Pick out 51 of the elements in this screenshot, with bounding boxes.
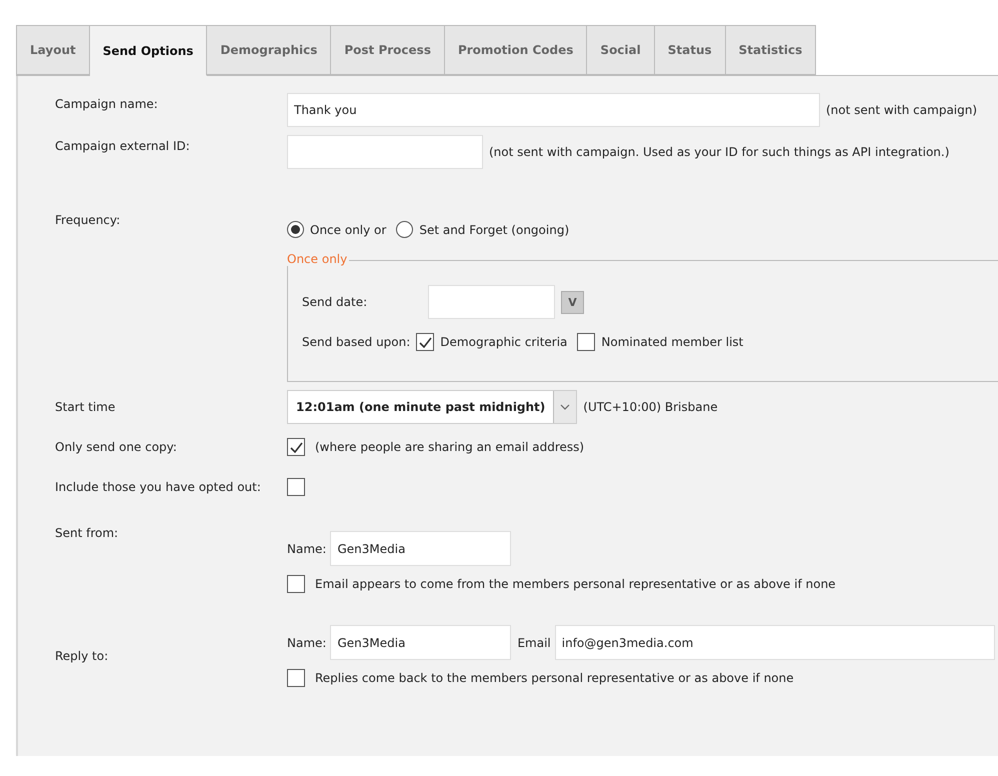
field-label: Name: bbox=[287, 636, 326, 650]
start-time-select[interactable]: 12:01am (one minute past midnight) bbox=[287, 390, 578, 424]
sender-name-field[interactable]: Gen3Media bbox=[330, 531, 512, 566]
field-label: Send date: bbox=[302, 295, 368, 309]
checkbox-label: Email appears to come from the members personal representative or as above if none bbox=[315, 577, 836, 591]
checkbox[interactable] bbox=[287, 438, 305, 456]
send-date-field[interactable] bbox=[428, 285, 555, 319]
checkbox[interactable] bbox=[287, 669, 305, 687]
tab[interactable]: Social bbox=[587, 25, 655, 75]
check-icon bbox=[418, 336, 432, 348]
checkbox[interactable] bbox=[577, 333, 596, 351]
tab[interactable]: Promotion Codes bbox=[444, 25, 588, 75]
check-icon bbox=[290, 442, 302, 452]
group-legend: Once only bbox=[287, 252, 350, 266]
timezone-text: (UTC+10:00) Brisbane bbox=[583, 400, 718, 414]
chevron-down-icon bbox=[560, 404, 570, 410]
field-label: Start time bbox=[54, 400, 116, 414]
radio-button[interactable] bbox=[396, 221, 414, 238]
checkbox[interactable] bbox=[287, 478, 305, 496]
checkbox-label: (where people are sharing an email address) bbox=[315, 440, 584, 454]
checkbox-label: Demographic criteria bbox=[440, 335, 568, 349]
field-note: (not sent with campaign) bbox=[826, 103, 978, 117]
field-label: Only send one copy: bbox=[54, 440, 178, 454]
external-id-field[interactable] bbox=[287, 135, 483, 169]
field-label: Name: bbox=[287, 542, 326, 556]
tab[interactable]: Post Process bbox=[331, 25, 445, 75]
tab[interactable]: Statistics bbox=[726, 25, 816, 75]
reply-name-field[interactable]: Gen3Media bbox=[330, 625, 512, 660]
tab[interactable]: Send Options bbox=[90, 25, 208, 76]
field-label: Campaign name: bbox=[54, 96, 159, 111]
radio-label: Set and Forget (ongoing) bbox=[419, 222, 570, 236]
checkbox[interactable] bbox=[416, 333, 434, 351]
tab[interactable]: Layout bbox=[16, 25, 90, 75]
radio-label: Once only or bbox=[310, 222, 386, 236]
field-label: Sent from: bbox=[54, 526, 120, 540]
tab[interactable]: Status bbox=[654, 25, 726, 75]
checkbox-label: Replies come back to the members personal representative or as above if none bbox=[315, 671, 794, 685]
campaign-name-field[interactable]: Thank you bbox=[287, 93, 820, 127]
field-note: (not sent with campaign. Used as your ID for such things as API integration.) bbox=[489, 145, 950, 159]
field-label: Send based upon: bbox=[302, 335, 410, 349]
radio-button[interactable] bbox=[287, 221, 304, 238]
reply-email-field[interactable]: info@gen3media.com bbox=[554, 625, 995, 660]
field-label: Email bbox=[517, 636, 551, 650]
field-label: Include those you have opted out: bbox=[54, 480, 262, 494]
field-label: Campaign external ID: bbox=[54, 138, 191, 153]
field-label: Frequency: bbox=[54, 213, 122, 227]
checkbox[interactable] bbox=[287, 575, 305, 593]
checkbox-label: Nominated member list bbox=[601, 335, 744, 349]
field-label: Reply to: bbox=[54, 649, 110, 663]
tab[interactable]: Demographics bbox=[207, 25, 332, 75]
date-picker-button[interactable]: V bbox=[561, 290, 584, 314]
